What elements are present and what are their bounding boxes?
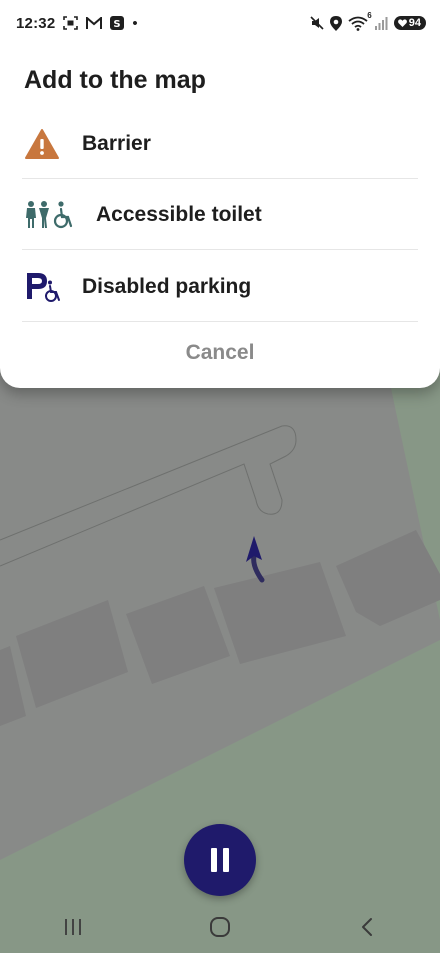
pause-icon <box>208 848 232 872</box>
app-s-icon: S <box>110 16 125 30</box>
add-to-map-sheet: Add to the map Barrier Accessible toilet… <box>0 0 440 388</box>
option-disabled-parking[interactable]: Disabled parking <box>22 252 418 322</box>
battery-level: 94 <box>408 17 421 29</box>
accessible-toilet-icon <box>22 200 96 230</box>
pause-button[interactable] <box>184 824 256 896</box>
notification-dot: • <box>132 14 138 32</box>
gmail-icon <box>86 16 103 30</box>
battery-heart-icon <box>397 19 407 27</box>
clock: 12:32 <box>16 14 56 32</box>
sheet-title: Add to the map <box>24 66 206 94</box>
back-button[interactable] <box>337 907 397 947</box>
signal-icon <box>374 16 388 30</box>
recent-apps-icon <box>65 918 82 935</box>
home-icon <box>209 916 230 937</box>
svg-text:S: S <box>114 19 121 30</box>
screenshot-icon <box>63 16 79 30</box>
battery-indicator: 94 <box>393 16 426 30</box>
cancel-button[interactable]: Cancel <box>0 330 440 376</box>
wifi-icon: 6 <box>348 11 372 31</box>
option-label: Accessible toilet <box>96 202 262 226</box>
status-bar: 12:32 S • 6 94 <box>0 0 440 46</box>
option-label: Disabled parking <box>82 274 252 298</box>
back-icon <box>361 917 372 936</box>
location-icon <box>329 15 342 31</box>
navigation-bar <box>0 900 440 953</box>
option-label: Barrier <box>82 131 151 155</box>
network-type-label: 6 <box>367 10 372 20</box>
recent-apps-button[interactable] <box>43 907 103 947</box>
option-accessible-toilet[interactable]: Accessible toilet <box>22 180 418 250</box>
mute-icon <box>310 16 324 30</box>
option-barrier[interactable]: Barrier <box>22 109 418 179</box>
warning-triangle-icon <box>22 128 82 160</box>
home-button[interactable] <box>190 907 250 947</box>
disabled-parking-icon <box>22 271 82 303</box>
